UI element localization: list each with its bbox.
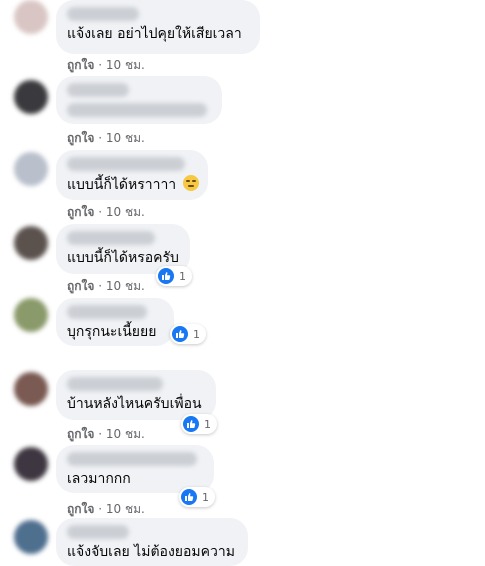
separator-dot: · [98, 58, 103, 72]
comment-timestamp[interactable]: 10 ชม. [106, 502, 145, 516]
comment-actions: ถูกใจ · 10 ชม. [67, 129, 145, 148]
comment-text: แบบนี้ก็ได้หรอครับ [67, 250, 179, 266]
author-name-blurred[interactable] [67, 157, 185, 171]
comment-text: บุกรุกนะเนี้ยยย [67, 324, 157, 340]
comment-bubble: บุกรุกนะเนี้ยยย [56, 298, 174, 346]
like-button[interactable]: ถูกใจ [67, 205, 94, 219]
comment-timestamp[interactable]: 10 ชม. [106, 279, 145, 293]
comment-bubble: แจ้งจับเลย ไม่ต้องยอมความ [56, 518, 248, 566]
reaction-number: 1 [193, 327, 200, 341]
separator-dot: · [98, 502, 103, 516]
comment-bubble: แบบนี้ก็ได้หราาาา [56, 150, 208, 200]
reaction-number: 1 [202, 490, 209, 504]
comment-bubble: เลวมากกก [56, 445, 214, 493]
avatar[interactable] [14, 0, 48, 34]
avatar[interactable] [14, 152, 48, 186]
comment-bubble: บ้านหลังไหนครับเพื่อน [56, 370, 216, 420]
comment-actions: ถูกใจ · 10 ชม. [67, 203, 145, 222]
comment-timestamp[interactable]: 10 ชม. [106, 427, 145, 441]
thumbs-up-icon [158, 268, 174, 284]
comment-actions: ถูกใจ · 10 ชม. [67, 425, 145, 444]
reaction-count[interactable]: 1 [179, 487, 215, 507]
avatar[interactable] [14, 80, 48, 114]
comment-bubble [56, 76, 222, 124]
comment-actions: ถูกใจ · 10 ชม. [67, 56, 145, 75]
thumbs-up-icon [172, 326, 188, 342]
comment-text: แบบนี้ก็ได้หราาาา [67, 177, 177, 193]
separator-dot: · [98, 279, 103, 293]
avatar[interactable] [14, 447, 48, 481]
like-button[interactable]: ถูกใจ [67, 427, 94, 441]
reaction-count[interactable]: 1 [181, 414, 217, 434]
avatar[interactable] [14, 226, 48, 260]
comment-text: แจ้งเลย อย่าไปคุยให้เสียเวลา [67, 26, 242, 42]
author-name-blurred[interactable] [67, 305, 147, 319]
comment-text-blurred [67, 103, 207, 117]
comment-timestamp[interactable]: 10 ชม. [106, 58, 145, 72]
separator-dot: · [98, 131, 103, 145]
like-button[interactable]: ถูกใจ [67, 131, 94, 145]
like-button[interactable]: ถูกใจ [67, 279, 94, 293]
comment-timestamp[interactable]: 10 ชม. [106, 205, 145, 219]
thumbs-up-icon [183, 416, 199, 432]
comment-actions: ถูกใจ · 10 ชม. [67, 500, 145, 519]
reaction-number: 1 [179, 269, 186, 283]
avatar[interactable] [14, 298, 48, 332]
expressionless-face-emoji [182, 175, 199, 191]
comment-text: เลวมากกก [67, 471, 131, 487]
author-name-blurred[interactable] [67, 452, 197, 466]
reaction-number: 1 [204, 417, 211, 431]
thumbs-up-icon [181, 489, 197, 505]
author-name-blurred[interactable] [67, 231, 155, 245]
reaction-count[interactable]: 1 [170, 324, 206, 344]
comment-actions: ถูกใจ · 10 ชม. [67, 277, 145, 296]
author-name-blurred[interactable] [67, 7, 139, 21]
author-name-blurred[interactable] [67, 377, 163, 391]
separator-dot: · [98, 205, 103, 219]
author-name-blurred[interactable] [67, 525, 129, 539]
like-button[interactable]: ถูกใจ [67, 502, 94, 516]
author-name-blurred[interactable] [67, 83, 129, 97]
comment-text: บ้านหลังไหนครับเพื่อน [67, 396, 202, 412]
comment-text: แจ้งจับเลย ไม่ต้องยอมความ [67, 544, 235, 560]
comment-text-row: แบบนี้ก็ได้หราาาา [67, 175, 199, 194]
reaction-count[interactable]: 1 [156, 266, 192, 286]
avatar[interactable] [14, 372, 48, 406]
comment-bubble: แจ้งเลย อย่าไปคุยให้เสียเวลา [56, 0, 260, 54]
comment-timestamp[interactable]: 10 ชม. [106, 131, 145, 145]
like-button[interactable]: ถูกใจ [67, 58, 94, 72]
separator-dot: · [98, 427, 103, 441]
avatar[interactable] [14, 520, 48, 554]
